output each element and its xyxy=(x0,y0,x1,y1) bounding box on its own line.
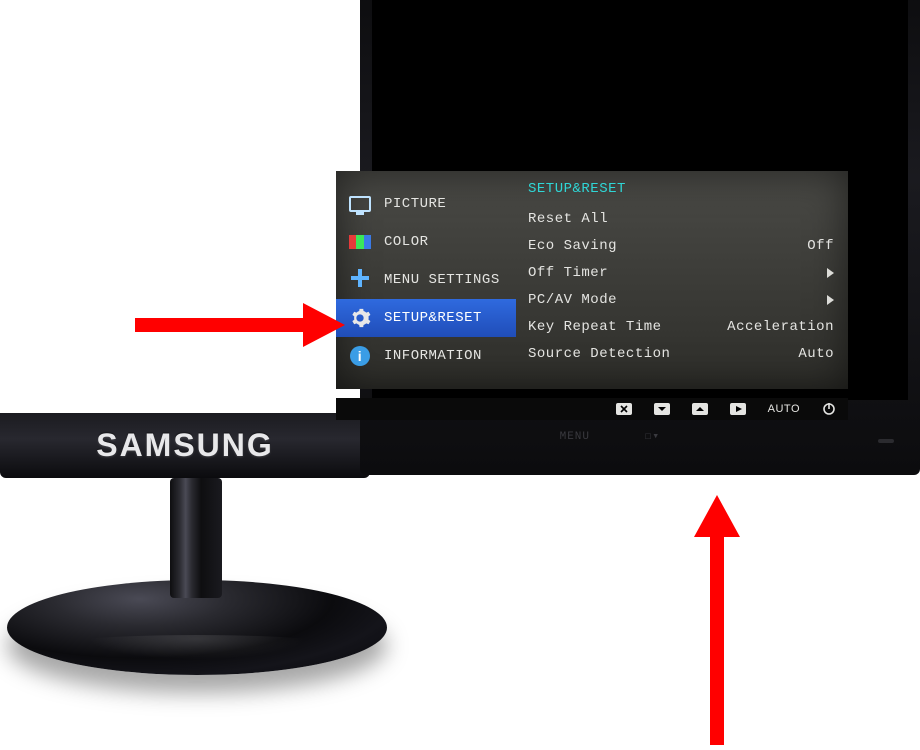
arrow-up-icon[interactable] xyxy=(692,403,708,415)
power-led xyxy=(878,439,894,443)
osd-item-off-timer[interactable]: Off Timer xyxy=(528,259,834,286)
monitor-button-labels: MENU ☐▾ xyxy=(360,414,920,469)
osd-category-label: SETUP&RESET xyxy=(384,310,482,326)
color-bars-icon xyxy=(348,230,372,254)
dpad-icon xyxy=(348,268,372,292)
osd-item-label: Reset All xyxy=(528,211,608,227)
bezel-label-updown: ☐▾ xyxy=(645,429,660,443)
osd-category-label: COLOR xyxy=(384,234,429,250)
osd-item-source-detection[interactable]: Source Detection Auto xyxy=(528,340,834,367)
osd-category-color[interactable]: COLOR xyxy=(336,223,516,261)
osd-category-setup-reset[interactable]: SETUP&RESET xyxy=(336,299,516,337)
osd-menu: PICTURE COLOR MENU SETTINGS SETUP&RESET … xyxy=(336,171,848,389)
monitor-lower-bezel: SAMSUNG xyxy=(0,413,370,478)
power-icon[interactable] xyxy=(822,402,836,416)
osd-item-pc-av-mode[interactable]: PC/AV Mode xyxy=(528,286,834,313)
osd-item-label: Key Repeat Time xyxy=(528,319,662,335)
info-icon: i xyxy=(348,344,372,368)
osd-item-value: Acceleration xyxy=(727,319,834,335)
monitor-stand-neck xyxy=(170,478,222,598)
annotation-arrow-up xyxy=(694,495,740,750)
osd-category-label: MENU SETTINGS xyxy=(384,272,500,288)
arrow-down-icon[interactable] xyxy=(654,403,670,415)
osd-nav-strip: AUTO xyxy=(336,398,848,420)
osd-category-menu-settings[interactable]: MENU SETTINGS xyxy=(336,261,516,299)
chevron-right-icon xyxy=(827,268,834,278)
osd-category-list: PICTURE COLOR MENU SETTINGS SETUP&RESET … xyxy=(336,171,516,389)
bezel-label-menu: MENU xyxy=(560,431,590,443)
chevron-right-icon xyxy=(827,295,834,305)
osd-item-label: Eco Saving xyxy=(528,238,617,254)
brand-logo: SAMSUNG xyxy=(96,427,274,464)
osd-category-information[interactable]: i INFORMATION xyxy=(336,337,516,375)
osd-item-label: Source Detection xyxy=(528,346,670,362)
play-icon[interactable] xyxy=(730,403,746,415)
annotation-arrow-right xyxy=(135,303,345,352)
osd-item-label: PC/AV Mode xyxy=(528,292,617,308)
osd-category-label: INFORMATION xyxy=(384,348,482,364)
osd-settings-panel: SETUP&RESET Reset All Eco Saving Off Off… xyxy=(516,171,848,389)
osd-item-value: Auto xyxy=(798,346,834,362)
monitor-icon xyxy=(348,192,372,216)
osd-item-label: Off Timer xyxy=(528,265,608,281)
osd-category-label: PICTURE xyxy=(384,196,446,212)
auto-button[interactable]: AUTO xyxy=(768,403,800,415)
osd-item-value: Off xyxy=(807,238,834,254)
osd-item-eco-saving[interactable]: Eco Saving Off xyxy=(528,232,834,259)
osd-panel-header: SETUP&RESET xyxy=(528,181,834,197)
gear-icon xyxy=(348,306,372,330)
close-icon[interactable] xyxy=(616,403,632,415)
osd-item-key-repeat-time[interactable]: Key Repeat Time Acceleration xyxy=(528,313,834,340)
osd-category-picture[interactable]: PICTURE xyxy=(336,185,516,223)
osd-item-reset-all[interactable]: Reset All xyxy=(528,205,834,232)
